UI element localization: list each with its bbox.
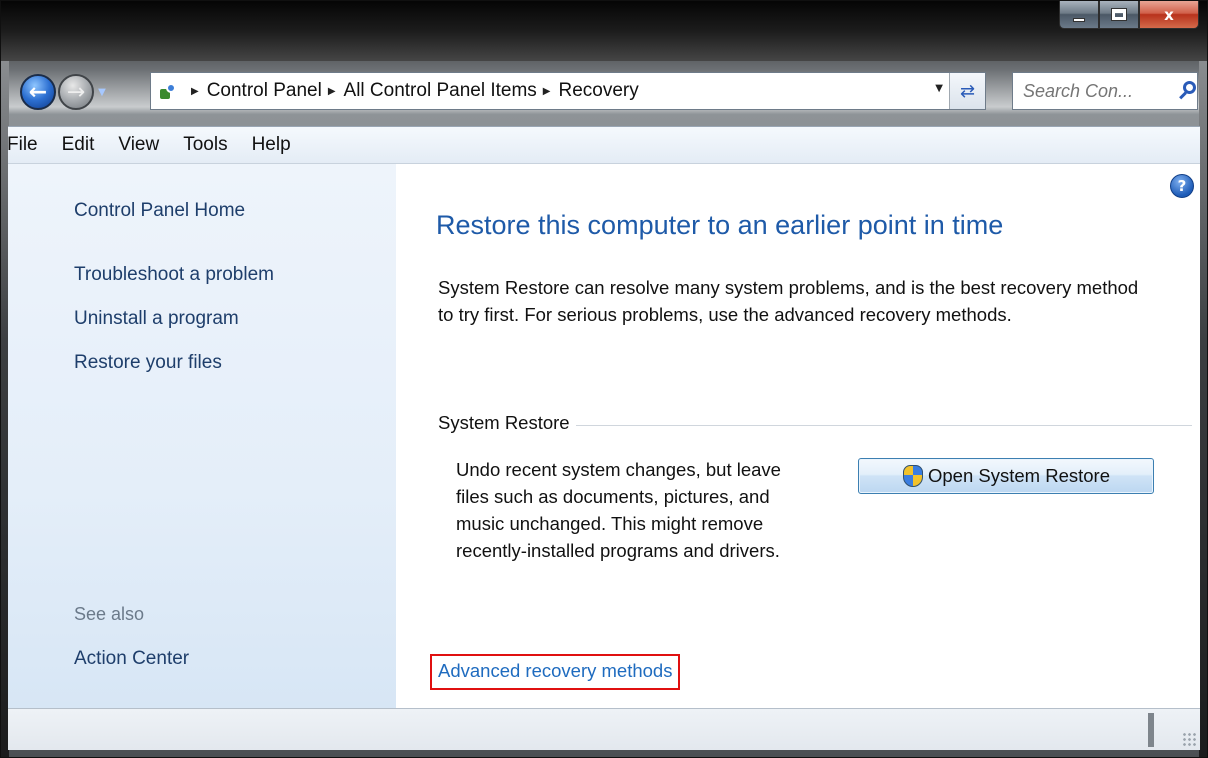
maximize-icon <box>1111 8 1127 21</box>
section-divider <box>575 424 1192 426</box>
task-pane: Control Panel Home Troubleshoot a proble… <box>8 164 396 708</box>
address-dropdown-icon[interactable]: ▼ <box>935 83 943 94</box>
resize-grip-icon[interactable] <box>1182 732 1196 746</box>
action-center-link[interactable]: Action Center <box>74 648 189 670</box>
refresh-button[interactable]: ⇄ <box>949 73 985 109</box>
breadcrumb-separator-icon[interactable]: ▶ <box>543 86 551 97</box>
minimize-icon <box>1073 17 1085 22</box>
breadcrumb-control-panel[interactable]: Control Panel <box>207 80 322 102</box>
intro-text: System Restore can resolve many system p… <box>438 277 1139 325</box>
forward-arrow-icon: → <box>66 79 86 105</box>
status-bar <box>8 708 1200 750</box>
help-icon[interactable]: ? <box>1170 174 1194 198</box>
restore-files-link[interactable]: Restore your files <box>74 352 222 374</box>
menu-edit[interactable]: Edit <box>50 134 107 156</box>
navigation-bar: ← → ▼ ▶ Control Panel ▶ All Control Pane… <box>8 62 1200 122</box>
back-button[interactable]: ← <box>20 74 56 110</box>
maximize-button[interactable] <box>1099 1 1139 29</box>
chevron-down-icon: ▼ <box>98 86 106 98</box>
troubleshoot-link[interactable]: Troubleshoot a problem <box>74 264 274 286</box>
breadcrumb-recovery[interactable]: Recovery <box>558 80 638 102</box>
search-box[interactable] <box>1012 72 1198 110</box>
status-bar-separator <box>1148 713 1154 747</box>
see-also-heading: See also <box>74 604 145 624</box>
breadcrumb-separator-icon[interactable]: ▶ <box>328 86 336 97</box>
menu-tools[interactable]: Tools <box>171 134 239 156</box>
menu-file[interactable]: File <box>7 134 50 156</box>
close-icon: x <box>1164 5 1174 24</box>
open-system-restore-label: Open System Restore <box>928 465 1110 486</box>
back-arrow-icon: ← <box>28 79 48 105</box>
menu-bar: File Edit View Tools Help <box>7 126 1200 164</box>
breadcrumb-separator-icon[interactable]: ▶ <box>191 86 199 97</box>
system-restore-description: Undo recent system changes, but leave fi… <box>456 459 781 561</box>
breadcrumb-all-items[interactable]: All Control Panel Items <box>344 80 537 102</box>
address-bar[interactable]: ▶ Control Panel ▶ All Control Panel Item… <box>150 72 986 110</box>
content-area: Control Panel Home Troubleshoot a proble… <box>8 164 1200 708</box>
refresh-icon: ⇄ <box>959 80 976 102</box>
main-panel: ? Restore this computer to an earlier po… <box>396 164 1200 708</box>
menu-help[interactable]: Help <box>240 134 303 156</box>
caption-buttons: x <box>1059 1 1199 31</box>
window-frame-right <box>1199 61 1207 757</box>
page-title: Restore this computer to an earlier poin… <box>436 210 1004 240</box>
close-button[interactable]: x <box>1139 1 1199 29</box>
control-panel-home-link[interactable]: Control Panel Home <box>74 200 245 222</box>
recent-pages-button[interactable]: ▼ <box>96 87 108 98</box>
uninstall-program-link[interactable]: Uninstall a program <box>74 308 239 330</box>
open-system-restore-button[interactable]: Open System Restore <box>858 458 1154 494</box>
system-restore-section-header: System Restore <box>438 412 1192 434</box>
forward-button[interactable]: → <box>58 74 94 110</box>
uac-shield-icon <box>902 464 924 488</box>
search-icon[interactable] <box>1177 79 1197 103</box>
advanced-recovery-methods-link[interactable]: Advanced recovery methods <box>430 654 681 690</box>
minimize-button[interactable] <box>1059 1 1099 29</box>
section-title: System Restore <box>438 412 570 433</box>
search-input[interactable] <box>1023 76 1173 106</box>
control-panel-icon <box>151 73 185 109</box>
menu-view[interactable]: View <box>106 134 171 156</box>
